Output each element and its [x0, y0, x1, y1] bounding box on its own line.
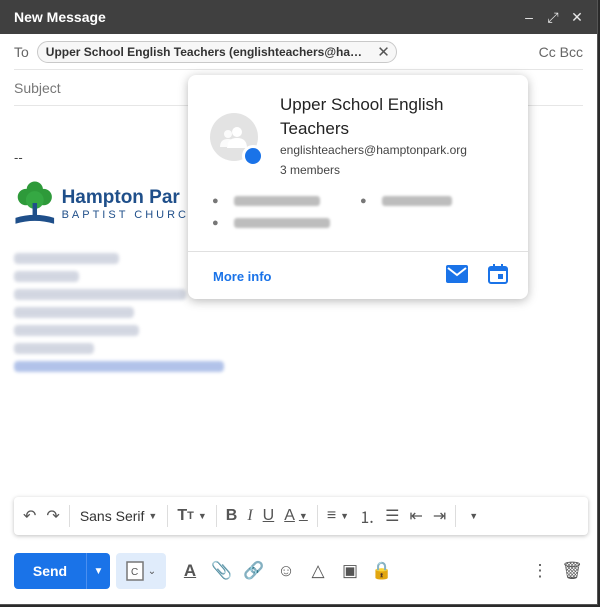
compose-actions: Send ▼ C ⌄ A 📎 🔗 ☺ △ ▣ 🔒 ⋮ 🗑 — [14, 553, 588, 589]
align-icon[interactable]: ≡ ▼ — [322, 501, 354, 531]
bulleted-list-icon[interactable]: ☰ — [380, 501, 404, 531]
member-item: ● — [212, 217, 330, 229]
numbered-list-icon[interactable]: ⒈ — [354, 501, 380, 531]
templates-button[interactable]: C ⌄ — [116, 553, 166, 589]
toolbar-separator — [167, 505, 169, 527]
member-item: ● — [212, 195, 320, 207]
email-icon[interactable] — [446, 265, 468, 283]
send-button[interactable]: Send — [14, 553, 86, 589]
redacted-member — [382, 196, 452, 206]
redacted-line — [14, 343, 94, 354]
font-select[interactable]: Sans Serif ▼ — [74, 501, 164, 531]
contact-card-popup: Upper School English Teachers englishtea… — [188, 75, 528, 299]
logo-text: Hampton Par BAPTIST CHURC — [62, 187, 189, 221]
emoji-icon[interactable]: ☺ — [270, 553, 302, 589]
redacted-member — [234, 218, 330, 228]
redacted-line — [14, 289, 186, 300]
more-formatting-icon[interactable]: ▼ — [460, 501, 483, 531]
send-button-group: Send ▼ — [14, 553, 110, 589]
minimize-button[interactable]: – — [517, 5, 541, 29]
logo-subtitle: BAPTIST CHURC — [61, 209, 189, 221]
redacted-line — [14, 325, 139, 336]
drive-icon[interactable]: △ — [302, 553, 334, 589]
redacted-line — [14, 253, 119, 264]
confidential-mode-icon[interactable]: 🔒 — [366, 553, 398, 589]
compose-title: New Message — [14, 9, 106, 25]
send-options-icon[interactable]: ▼ — [86, 553, 110, 589]
recipient-chip-label: Upper School English Teachers (englishte… — [45, 44, 370, 59]
toolbar-separator — [316, 505, 318, 527]
formatting-toolbar: ↶ ↷ Sans Serif ▼ T T ▼ B I U A ▼ ≡ ▼ ⒈ ☰ ⇤ ⇥ … — [14, 497, 588, 535]
underline-icon[interactable]: U — [258, 501, 280, 531]
svg-text:C: C — [131, 567, 138, 578]
remove-recipient-icon[interactable]: ✕ — [377, 43, 390, 61]
redacted-member — [234, 196, 320, 206]
tree-icon — [15, 181, 55, 224]
compose-window: New Message – ⤢ ✕ To Upper School Englis… — [0, 0, 597, 604]
logo-name: Hampton Par — [61, 187, 180, 208]
text-size-icon[interactable]: T T ▼ — [172, 501, 211, 531]
toolbar-separator — [215, 505, 217, 527]
text-color-icon[interactable]: A ▼ — [279, 501, 313, 531]
close-button[interactable]: ✕ — [565, 5, 589, 29]
cc-bcc-link[interactable]: Cc Bcc — [539, 44, 583, 60]
chevron-down-icon: ▼ — [298, 511, 308, 521]
insert-photo-icon[interactable]: ▣ — [334, 553, 366, 589]
discard-draft-icon[interactable]: 🗑 — [556, 553, 588, 589]
member-count: 3 members — [280, 163, 341, 177]
church-logo: Hampton Par BAPTIST CHURC — [14, 171, 189, 241]
formatting-options-icon[interactable]: A — [174, 553, 206, 589]
redacted-link — [14, 361, 224, 372]
to-row: To Upper School English Teachers (englis… — [14, 34, 583, 70]
compose-titlebar[interactable]: New Message – ⤢ ✕ — [0, 0, 597, 34]
toolbar-separator — [455, 505, 457, 527]
contact-email: englishteachers@hamptonpark.org — [280, 143, 467, 157]
chevron-down-icon: ▼ — [148, 511, 158, 521]
person-icon: ● — [212, 195, 219, 207]
toolbar-separator — [68, 505, 70, 527]
person-icon: ● — [212, 217, 219, 229]
insert-link-icon[interactable]: 🔗 — [238, 553, 270, 589]
chevron-down-icon: ▼ — [469, 511, 479, 521]
chevron-down-icon: ▼ — [197, 511, 207, 521]
chevron-down-icon: ▼ — [340, 511, 350, 521]
undo-icon[interactable]: ↶ — [18, 501, 41, 531]
italic-icon[interactable]: I — [242, 501, 257, 531]
chevron-down-icon: ⌄ — [147, 565, 157, 577]
bold-icon[interactable]: B — [221, 501, 243, 531]
attach-file-icon[interactable]: 📎 — [206, 553, 238, 589]
group-badge-icon — [242, 145, 264, 167]
redo-icon[interactable]: ↷ — [41, 501, 64, 531]
group-icon — [220, 127, 247, 148]
redacted-line — [14, 271, 79, 282]
more-options-icon[interactable]: ⋮ — [524, 553, 556, 589]
template-icon: C — [126, 561, 144, 581]
right-tools: ⋮ 🗑 — [524, 553, 588, 589]
recipient-chip[interactable]: Upper School English Teachers (englishte… — [36, 40, 397, 63]
expand-button[interactable]: ⤢ — [541, 5, 565, 29]
calendar-icon[interactable] — [488, 264, 508, 284]
more-info-link[interactable]: More info — [213, 269, 272, 284]
to-label: To — [14, 43, 29, 60]
indent-less-icon[interactable]: ⇤ — [404, 501, 427, 531]
indent-more-icon[interactable]: ⇥ — [428, 501, 451, 531]
redacted-line — [14, 307, 134, 318]
member-item: ● — [360, 195, 452, 207]
contact-name: Upper School English Teachers — [280, 95, 444, 138]
card-divider — [188, 251, 528, 252]
font-select-label: Sans Serif — [79, 508, 145, 524]
person-icon: ● — [360, 195, 367, 207]
